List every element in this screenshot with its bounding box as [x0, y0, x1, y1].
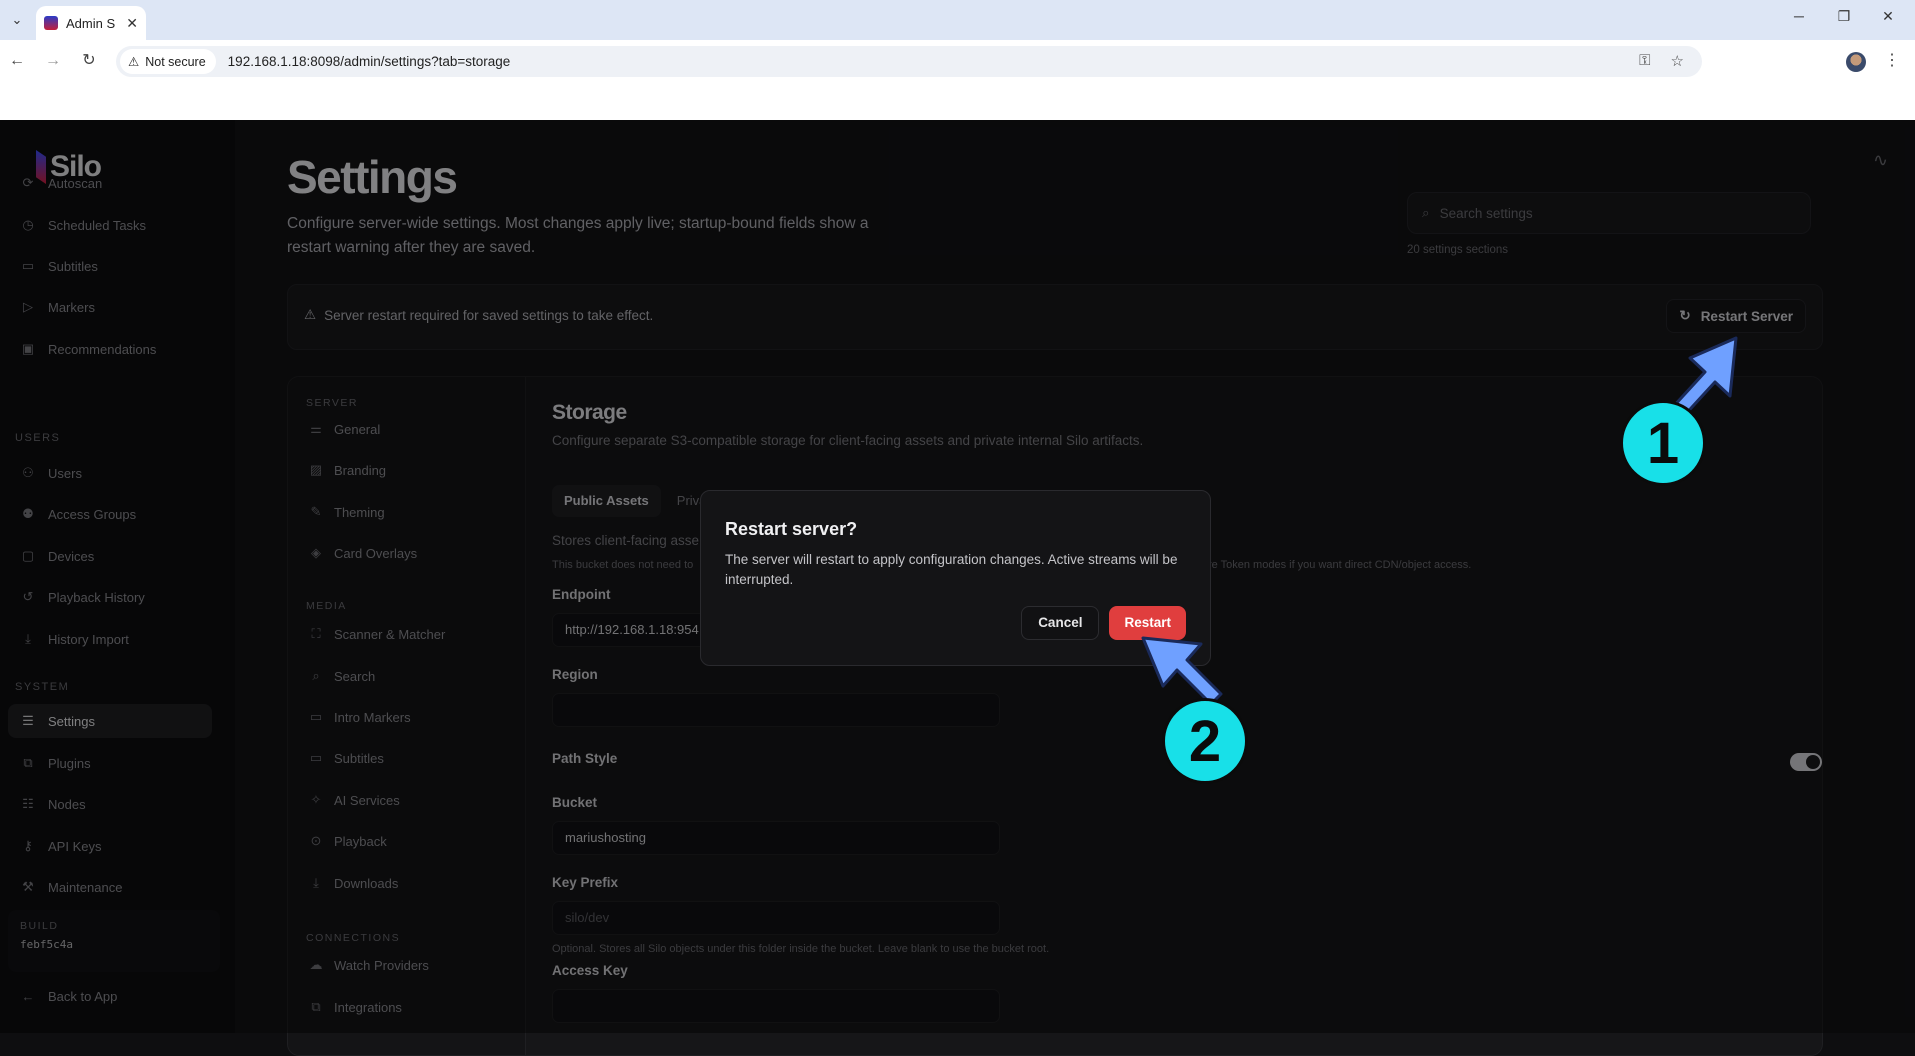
cancel-button[interactable]: Cancel [1021, 606, 1100, 640]
password-key-icon[interactable]: ⚿ [1639, 52, 1650, 70]
window-close-icon[interactable]: ✕ [1876, 8, 1900, 25]
page-top-strip [0, 82, 1915, 120]
browser-toolbar: ← → ↻ ⚠ Not secure 192.168.1.18:8098/adm… [0, 40, 1915, 82]
security-label: Not secure [145, 54, 206, 69]
forward-arrow-icon[interactable]: → [42, 50, 64, 72]
browser-tab-bar: ⌄ Admin S ✕ ─ ❐ ✕ [0, 0, 1915, 40]
tab-close-icon[interactable]: ✕ [126, 15, 138, 32]
restore-icon[interactable]: ❐ [1832, 8, 1856, 25]
address-bar[interactable]: ⚠ Not secure 192.168.1.18:8098/admin/set… [116, 46, 1702, 77]
warning-triangle-icon: ⚠ [128, 55, 140, 69]
minimize-icon[interactable]: ─ [1787, 8, 1811, 24]
dialog-message: The server will restart to apply configu… [725, 552, 1178, 587]
bookmark-star-icon[interactable]: ☆ [1671, 52, 1684, 70]
admin-app: Silo ⟳ Autoscan ◷ Scheduled Tasks ▭ Subtitl… [0, 120, 1915, 1056]
browser-tab[interactable]: Admin S ✕ [36, 6, 146, 40]
back-arrow-icon[interactable]: ← [6, 50, 28, 72]
url-text: 192.168.1.18:8098/admin/settings?tab=sto… [227, 54, 511, 69]
dialog-title: Restart server? [725, 519, 858, 539]
security-chip[interactable]: ⚠ Not secure [120, 49, 216, 74]
silo-favicon-icon [44, 16, 58, 30]
browser-tab-title: Admin S [66, 15, 116, 31]
browser-menu-icon[interactable]: ⋮ [1884, 50, 1900, 70]
step-2-badge: 2 [1162, 698, 1248, 784]
tab-list-chevron-icon[interactable]: ⌄ [6, 9, 28, 31]
profile-avatar[interactable] [1846, 52, 1866, 72]
reload-icon[interactable]: ↻ [78, 50, 100, 72]
step-1-badge: 1 [1620, 400, 1706, 486]
